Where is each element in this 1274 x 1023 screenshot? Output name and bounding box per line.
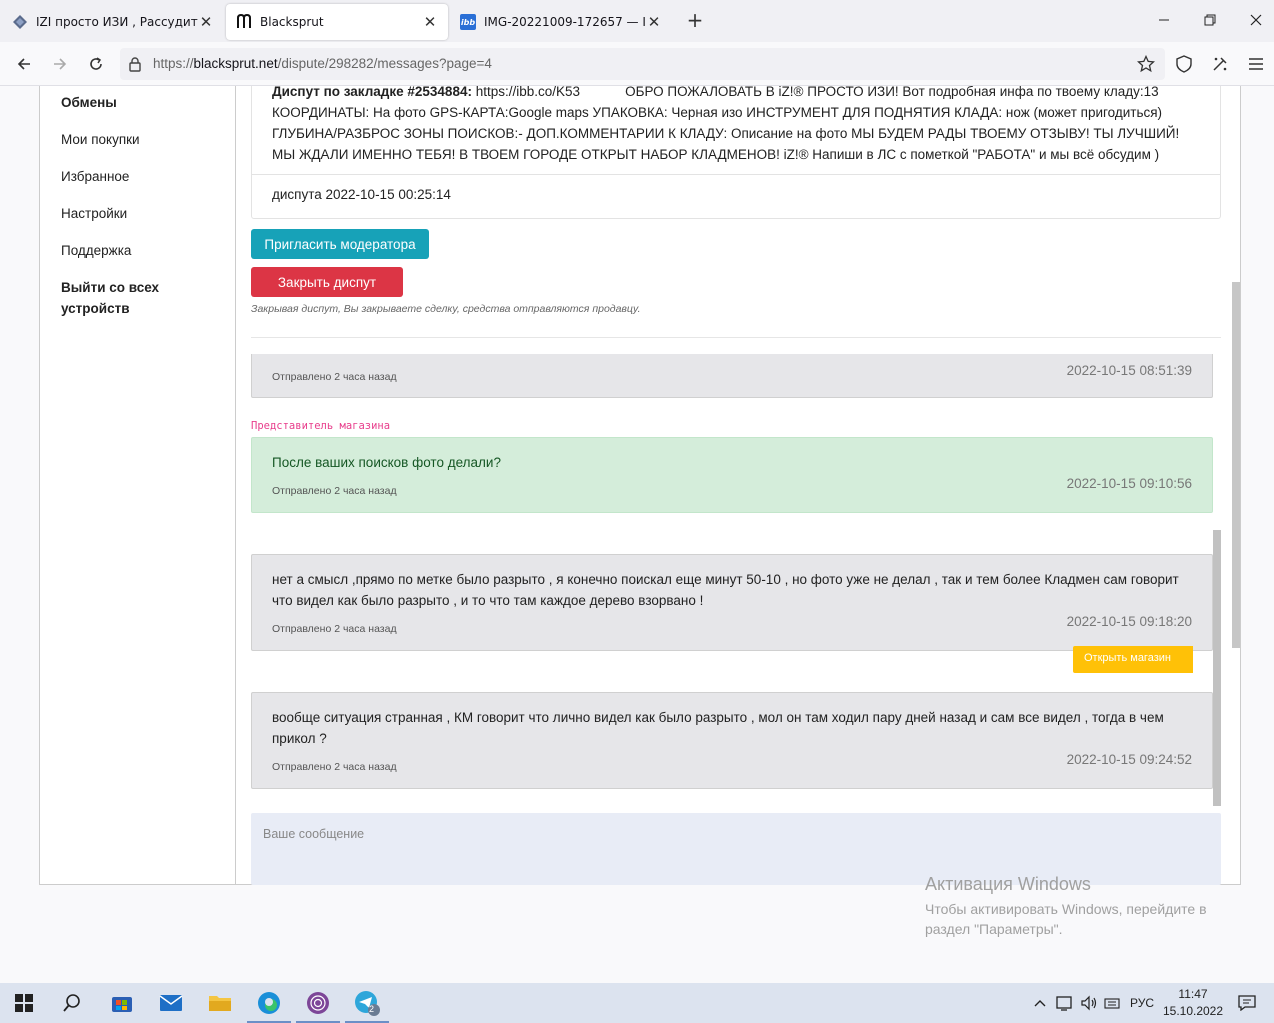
content-frame: Обмены Мои покупки Избранное Настройки П… — [39, 86, 1241, 885]
notification-icon[interactable] — [1234, 983, 1260, 1023]
imgbb-icon: ibb — [460, 14, 476, 30]
keyboard-icon[interactable] — [1102, 983, 1122, 1023]
tab-strip: IZI просто ИЗИ , Рассудите нас ✕ Blacksp… — [0, 0, 1274, 42]
activation-subtitle: Чтобы активировать Windows, перейдите в … — [925, 901, 1207, 937]
message-timestamp: 2022-10-15 09:10:56 — [1066, 476, 1192, 491]
message-item: нет а смысл ,прямо по метке было разрыто… — [251, 554, 1213, 651]
url-bar[interactable]: https://blacksprut.net/dispute/298282/me… — [120, 48, 1165, 80]
taskbar: 2 РУС 11:47 15.10.2022 — [0, 983, 1274, 1023]
navigation-bar: https://blacksprut.net/dispute/298282/me… — [0, 42, 1274, 86]
lock-icon[interactable] — [128, 56, 142, 76]
tab-title: IMG-20221009-172657 — ImgBB — [484, 15, 646, 29]
mail-icon[interactable] — [147, 983, 195, 1023]
explorer-icon[interactable] — [196, 983, 244, 1023]
close-window-button[interactable] — [1244, 8, 1268, 32]
blacksprut-logo-icon — [236, 14, 252, 30]
shop-representative-label: Представитель магазина — [251, 420, 391, 432]
message-sent-label: Отправлено 2 часа назад — [272, 623, 397, 635]
sidebar-item-favorites[interactable]: Избранное — [61, 166, 129, 187]
message-timestamp: 2022-10-15 09:18:20 — [1066, 614, 1192, 629]
extensions-icon[interactable] — [1206, 50, 1234, 78]
new-tab-button[interactable]: + — [684, 10, 706, 32]
clock-time: 11:47 — [1178, 987, 1208, 1001]
message-timestamp: 2022-10-15 09:24:52 — [1066, 752, 1192, 767]
store-icon[interactable] — [98, 983, 146, 1023]
message-item: Отправлено 2 часа назад 2022-10-15 08:51… — [251, 354, 1213, 398]
invite-moderator-button[interactable]: Пригласить модератора — [251, 229, 429, 259]
telegram-badge: 2 — [369, 1004, 375, 1014]
shield-icon[interactable] — [1170, 50, 1198, 78]
tor-browser-icon[interactable] — [294, 983, 342, 1023]
network-icon[interactable] — [1054, 983, 1076, 1023]
restore-button[interactable] — [1198, 8, 1222, 32]
windows-activation-watermark: Активация Windows Чтобы активировать Win… — [925, 874, 1245, 939]
sidebar-item-logout-all[interactable]: Выйти со всех устройств — [61, 277, 181, 319]
message-item-shop: После ваших поисков фото делали? Отправл… — [251, 437, 1213, 513]
message-list-scrollbar[interactable] — [1213, 530, 1221, 806]
volume-icon[interactable] — [1078, 983, 1100, 1023]
open-shop-button[interactable]: Открыть магазин — [1073, 646, 1193, 673]
sidebar-item-exchanges[interactable]: Обмены — [61, 92, 117, 113]
reload-button[interactable] — [82, 50, 110, 78]
dispute-footer: диспута 2022-10-15 00:25:14 — [252, 174, 1220, 219]
dispute-card: Диспут по закладке #2534884: https://ibb… — [251, 86, 1221, 219]
language-indicator[interactable]: РУС — [1126, 983, 1158, 1023]
windows-start-icon[interactable] — [0, 983, 48, 1023]
message-text: После ваших поисков фото делали? — [272, 455, 501, 470]
tab-blacksprut[interactable]: Blacksprut ✕ — [226, 4, 448, 40]
chevron-up-icon[interactable] — [1030, 983, 1050, 1023]
message-input-placeholder: Ваше сообщение — [263, 827, 365, 841]
dispute-description: Диспут по закладке #2534884: https://ibb… — [252, 86, 1220, 165]
telegram-icon[interactable]: 2 — [343, 983, 391, 1023]
tab-title: Blacksprut — [260, 15, 324, 29]
message-timestamp: 2022-10-15 08:51:39 — [1066, 363, 1192, 378]
activation-title: Активация Windows — [925, 874, 1091, 894]
close-dispute-button[interactable]: Закрыть диспут — [251, 267, 403, 297]
tab-title: IZI просто ИЗИ , Рассудите нас — [36, 15, 198, 29]
edge-icon[interactable] — [245, 983, 293, 1023]
clock[interactable]: 11:47 15.10.2022 — [1160, 986, 1226, 1020]
sidebar-item-support[interactable]: Поддержка — [61, 240, 131, 261]
bookmark-star-icon[interactable] — [1136, 54, 1156, 77]
close-icon[interactable]: ✕ — [198, 13, 214, 31]
back-button[interactable] — [10, 50, 38, 78]
clock-date: 15.10.2022 — [1162, 1004, 1224, 1018]
forward-button[interactable] — [46, 50, 74, 78]
search-icon[interactable] — [48, 983, 96, 1023]
menu-icon[interactable] — [1242, 50, 1270, 78]
message-sent-label: Отправлено 2 часа назад — [272, 485, 397, 497]
message-sent-label: Отправлено 2 часа назад — [272, 371, 397, 383]
sidebar: Обмены Мои покупки Избранное Настройки П… — [40, 86, 236, 884]
message-sent-label: Отправлено 2 часа назад — [272, 761, 397, 773]
message-item: вообще ситуация странная , КМ говорит чт… — [251, 692, 1213, 789]
dispute-heading: Диспут по закладке #2534884: — [272, 86, 472, 99]
close-dispute-note: Закрывая диспут, Вы закрываете сделку, с… — [251, 303, 641, 315]
minimize-button[interactable] — [1152, 8, 1176, 32]
message-list[interactable]: Отправлено 2 часа назад 2022-10-15 08:51… — [251, 354, 1226, 806]
sidebar-item-settings[interactable]: Настройки — [61, 203, 127, 224]
page-scrollbar[interactable] — [1232, 282, 1240, 648]
close-icon[interactable]: ✕ — [646, 13, 662, 31]
message-text: нет а смысл ,прямо по метке было разрыто… — [272, 572, 1179, 608]
sidebar-item-purchases[interactable]: Мои покупки — [61, 129, 140, 150]
divider — [251, 337, 1221, 338]
message-text: вообще ситуация странная , КМ говорит чт… — [272, 710, 1164, 746]
tab-imgbb[interactable]: ibb IMG-20221009-172657 — ImgBB ✕ — [450, 4, 672, 40]
url-text: https://blacksprut.net/dispute/298282/me… — [153, 56, 492, 71]
close-icon[interactable]: ✕ — [422, 13, 438, 31]
dispute-link[interactable]: https://ibb.co/K53 — [476, 86, 580, 99]
page-content: Обмены Мои покупки Избранное Настройки П… — [0, 86, 1274, 983]
tab-izi[interactable]: IZI просто ИЗИ , Рассудите нас ✕ — [2, 4, 224, 40]
diamond-icon — [12, 14, 28, 30]
